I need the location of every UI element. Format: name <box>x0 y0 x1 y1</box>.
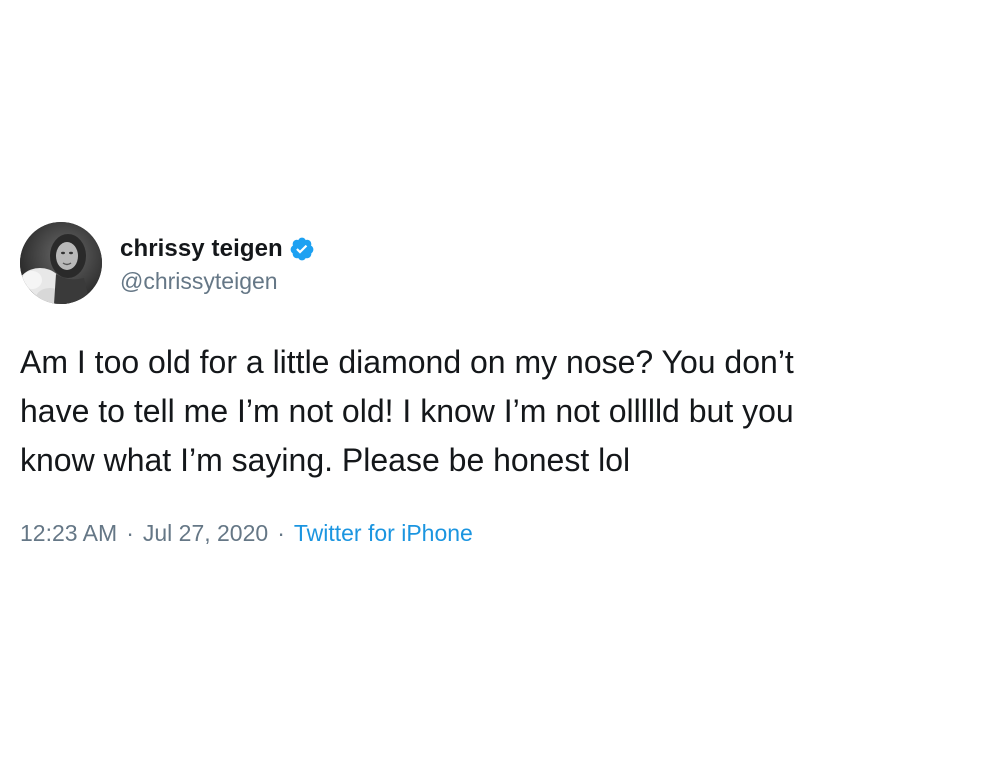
tweet-meta: 12:23 AM · Jul 27, 2020 · Twitter for iP… <box>20 520 980 547</box>
tweet-text: Am I too old for a little diamond on my … <box>20 344 794 478</box>
tweet-header: chrissy teigen @chrissyteigen <box>20 222 980 304</box>
verified-badge-icon <box>289 236 315 262</box>
separator: · <box>126 520 134 546</box>
display-name[interactable]: chrissy teigen <box>120 235 283 263</box>
tweet-time[interactable]: 12:23 AM <box>20 520 117 547</box>
tweet-card: chrissy teigen @chrissyteigen Am I too o… <box>20 222 980 547</box>
avatar[interactable] <box>20 222 102 304</box>
author-info: chrissy teigen @chrissyteigen <box>120 232 315 295</box>
handle[interactable]: @chrissyteigen <box>120 268 315 295</box>
profile-photo-icon <box>20 222 102 304</box>
tweet-date[interactable]: Jul 27, 2020 <box>143 520 268 547</box>
tweet-source-link[interactable]: Twitter for iPhone <box>294 520 473 547</box>
name-row: chrissy teigen <box>120 232 315 266</box>
separator: · <box>277 520 285 546</box>
